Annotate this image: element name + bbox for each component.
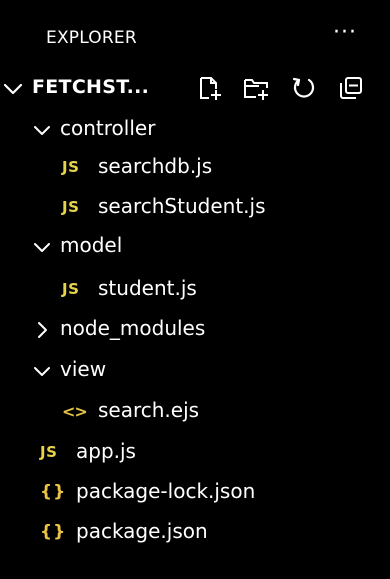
- tree-file-student[interactable]: JS student.js: [0, 271, 390, 307]
- file-label: searchdb.js: [98, 154, 213, 178]
- tree-file-searchdb[interactable]: JS searchdb.js: [0, 149, 390, 185]
- chevron-down-icon: [34, 126, 50, 135]
- file-label: package.json: [76, 519, 208, 543]
- more-actions-icon[interactable]: ···: [330, 22, 360, 50]
- file-label: searchStudent.js: [98, 194, 266, 218]
- tree-folder-controller[interactable]: controller: [0, 111, 390, 147]
- folder-label: controller: [60, 116, 156, 140]
- tree-file-package-lock[interactable]: {} package-lock.json: [0, 474, 390, 510]
- tree-file-searchstudent[interactable]: JS searchStudent.js: [0, 189, 390, 225]
- js-file-icon: JS: [62, 280, 80, 298]
- tree-folder-view[interactable]: view: [0, 352, 390, 388]
- tree-file-package[interactable]: {} package.json: [0, 514, 390, 550]
- folder-label: node_modules: [60, 316, 206, 340]
- tree-folder-node-modules[interactable]: node_modules: [0, 311, 390, 347]
- tree-file-search-ejs[interactable]: <> search.ejs: [0, 393, 390, 429]
- tree-file-app[interactable]: JS app.js: [0, 434, 390, 470]
- explorer-header: EXPLORER ···: [0, 22, 390, 58]
- chevron-right-icon: [38, 322, 47, 338]
- project-folder-row[interactable]: FETCHST...: [0, 68, 390, 108]
- file-label: student.js: [98, 276, 197, 300]
- js-file-icon: JS: [62, 198, 80, 216]
- new-folder-icon[interactable]: [242, 74, 270, 102]
- json-file-icon: {}: [40, 482, 67, 502]
- chevron-down-icon: [34, 243, 50, 252]
- refresh-icon[interactable]: [290, 74, 318, 102]
- file-label: app.js: [76, 439, 136, 463]
- folder-label: model: [60, 233, 123, 257]
- chevron-down-icon: [34, 367, 50, 376]
- chevron-down-icon[interactable]: [2, 78, 24, 100]
- folder-label: view: [60, 357, 107, 381]
- explorer-title: EXPLORER: [46, 28, 137, 48]
- new-file-icon[interactable]: [196, 74, 224, 102]
- file-label: package-lock.json: [76, 479, 256, 503]
- json-file-icon: {}: [40, 522, 67, 542]
- file-label: search.ejs: [98, 398, 200, 422]
- project-name: FETCHST...: [32, 76, 150, 98]
- collapse-all-icon[interactable]: [337, 74, 365, 102]
- js-file-icon: JS: [40, 443, 58, 461]
- ejs-file-icon: <>: [62, 402, 88, 421]
- js-file-icon: JS: [62, 158, 80, 176]
- tree-folder-model[interactable]: model: [0, 228, 390, 264]
